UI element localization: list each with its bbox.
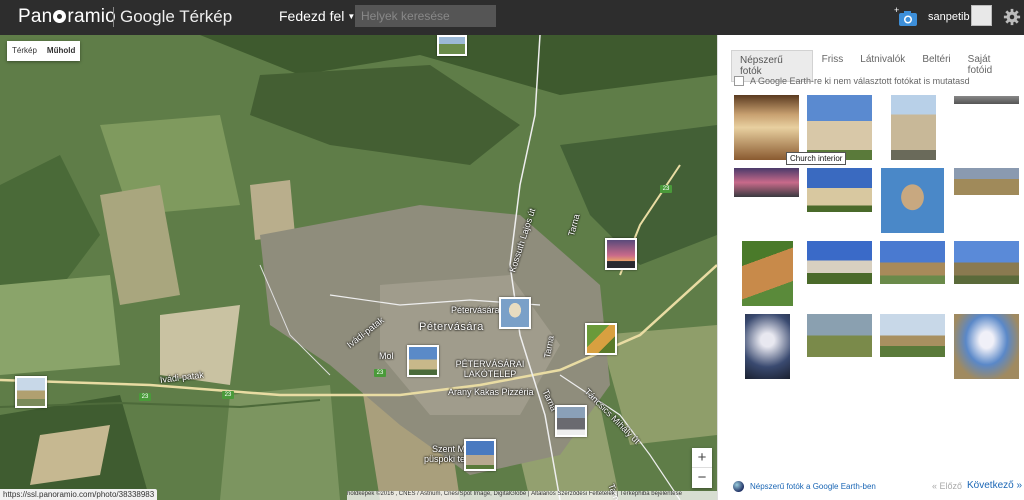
- road-badge-23-d: 23: [139, 393, 151, 401]
- road-badge-23-b: 23: [374, 369, 386, 377]
- photo-panel: Népszerű fotók Friss Látnivalók Beltéri …: [717, 35, 1024, 500]
- map-label-poi-arany: Arany Kakas Pizzéria: [448, 387, 534, 397]
- map-type-toggle: Térkép Műhold: [7, 41, 81, 61]
- photo-thumbnail[interactable]: [880, 241, 945, 284]
- avatar[interactable]: [971, 5, 992, 26]
- photo-thumbnail[interactable]: [745, 314, 790, 379]
- explore-menu-button[interactable]: Fedezd fel ▼: [279, 8, 355, 24]
- photo-thumbnail[interactable]: [734, 95, 799, 160]
- photo-thumbnail[interactable]: [954, 168, 1019, 195]
- photo-thumbnail[interactable]: [880, 314, 945, 357]
- explore-label: Fedezd fel: [279, 8, 345, 24]
- photo-thumbnail[interactable]: [807, 241, 872, 284]
- next-page-button[interactable]: Következő »: [967, 480, 1022, 491]
- svg-text:+: +: [894, 6, 899, 15]
- camera-plus-icon[interactable]: +: [894, 6, 918, 28]
- earth-popular-link[interactable]: Népszerű fotók a Google Earth-ben: [733, 481, 876, 492]
- map-photo-thumbnail[interactable]: [464, 439, 496, 471]
- show-all-photos-row: A Google Earth-re ki nem választott fotó…: [734, 76, 970, 86]
- satellite-map[interactable]: Térkép Műhold Pétervására PÉTERVÁSÁRAI L…: [0, 35, 717, 500]
- earth-popular-link-label: Népszerű fotók a Google Earth-ben: [750, 482, 876, 491]
- map-type-map[interactable]: Térkép: [7, 41, 42, 61]
- map-photo-thumbnail[interactable]: [15, 376, 47, 408]
- photo-thumbnail[interactable]: [954, 241, 1019, 284]
- status-url: https://ssl.panoramio.com/photo/38338983: [0, 489, 158, 500]
- map-photo-thumbnail[interactable]: [407, 345, 439, 377]
- photo-thumbnail[interactable]: [734, 168, 799, 197]
- map-type-satellite[interactable]: Műhold: [42, 41, 80, 61]
- map-attribution[interactable]: holdképek ©2016 , CNES / Astrium, Cnes/S…: [347, 491, 717, 500]
- map-label-town: Pétervására: [419, 321, 484, 333]
- map-photo-thumbnail[interactable]: [499, 297, 531, 329]
- zoom-in-button[interactable]: +: [692, 448, 712, 468]
- photo-thumbnail[interactable]: [881, 168, 944, 233]
- map-photo-thumbnail[interactable]: [437, 35, 467, 56]
- search-input[interactable]: [355, 5, 496, 27]
- gear-icon[interactable]: [1003, 8, 1021, 26]
- panoramio-logo[interactable]: Pan ramio: [18, 6, 116, 28]
- prev-page-button: « Előző: [932, 481, 963, 491]
- photo-thumbnail[interactable]: [807, 95, 872, 160]
- logo-subtitle: Google Térkép: [120, 7, 233, 26]
- map-photo-thumbnail[interactable]: [605, 238, 637, 270]
- map-label-housing: PÉTERVÁSÁRAI LAKÓTELEP: [455, 359, 525, 379]
- photo-tooltip: Church interior: [786, 152, 847, 165]
- zoom-out-button[interactable]: −: [692, 468, 712, 488]
- show-all-photos-label: A Google Earth-re ki nem választott fotó…: [750, 76, 970, 86]
- road-badge-23-c: 23: [222, 391, 234, 399]
- top-bar: Panramio Google Térkép Fedezd fel▼ + san…: [0, 0, 1024, 35]
- photo-thumbnail[interactable]: [891, 95, 936, 160]
- show-all-photos-checkbox[interactable]: [734, 76, 744, 86]
- photo-thumbnail[interactable]: [807, 168, 872, 212]
- google-earth-icon: [733, 481, 744, 492]
- photo-thumbnail[interactable]: [742, 241, 793, 306]
- logo-divider: [113, 7, 114, 27]
- map-label-poi-mol: Mol: [379, 351, 394, 361]
- photo-thumbnail[interactable]: [807, 314, 872, 357]
- map-photo-thumbnail[interactable]: [555, 405, 587, 437]
- road-badge-23-a: 23: [660, 185, 672, 193]
- map-photo-thumbnail[interactable]: [585, 323, 617, 355]
- username[interactable]: sanpetib: [928, 11, 970, 23]
- photo-thumbnail[interactable]: [954, 314, 1019, 379]
- photo-thumbnail[interactable]: [954, 96, 1019, 104]
- zoom-control: + −: [692, 448, 712, 488]
